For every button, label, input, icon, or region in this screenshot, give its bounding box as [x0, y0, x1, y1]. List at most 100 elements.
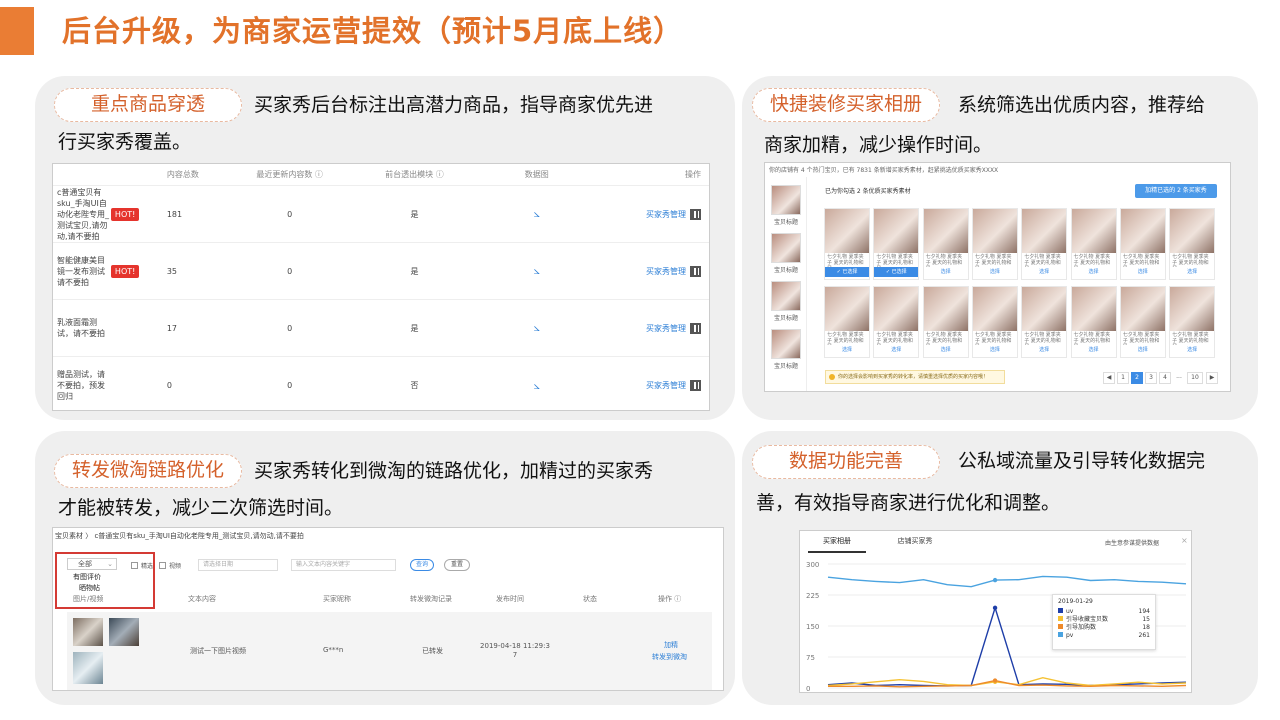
y-tick-label: 150 — [806, 623, 819, 631]
photo-select-toggle[interactable]: 选择 — [1170, 345, 1214, 355]
side-product-thumb[interactable] — [771, 185, 801, 215]
photo-select-toggle[interactable]: 选择 — [1072, 267, 1116, 277]
recent-count: 0 — [287, 323, 293, 333]
photo-card[interactable]: 七夕礼物 夏季夹子 夏天的礼物和风...选择 — [971, 286, 1018, 358]
tooltip-row: pv 261 — [1058, 632, 1150, 640]
photo-card[interactable]: 七夕礼物 夏季夹子 夏天的礼物和风...✓ 已选择 — [824, 208, 870, 280]
line-chart-icon[interactable]: ⦣ — [534, 379, 540, 392]
photo-image — [1120, 209, 1165, 253]
qrcode-icon[interactable] — [690, 380, 701, 391]
manage-link[interactable]: 买家秀管理 — [646, 324, 686, 333]
photo-image — [923, 209, 968, 253]
photo-image — [1022, 209, 1067, 253]
photo-select-toggle[interactable]: 选择 — [973, 267, 1017, 277]
line-chart-icon[interactable]: ⦣ — [534, 207, 540, 220]
photo-image — [1170, 287, 1215, 331]
recent-count: 0 — [287, 209, 293, 219]
photo-card[interactable]: 七夕礼物 夏季夹子 夏天的礼物和风...选择 — [1070, 286, 1117, 358]
line-chart-icon[interactable]: ⦣ — [534, 321, 540, 334]
photo-select-toggle[interactable]: 选择 — [1121, 345, 1165, 355]
photo-card[interactable]: 七夕礼物 夏季夹子 夏天的礼物和风...选择 — [1169, 286, 1216, 358]
keyword-input[interactable]: 输入文本内容关键字 — [291, 559, 396, 571]
side-product-thumb[interactable] — [771, 329, 801, 359]
title-accent-bar — [0, 7, 34, 55]
photo-card[interactable]: 七夕礼物 夏季夹子 夏天的礼物和风...✓ 已选择 — [873, 208, 920, 280]
reset-button[interactable]: 重置 — [444, 559, 470, 571]
photo-select-toggle[interactable]: 选择 — [1170, 267, 1214, 277]
photo-caption: 七夕礼物 夏季夹子 夏天的礼物和风... — [876, 254, 913, 267]
row-time: 2019-04-18 11:29:37 — [480, 642, 550, 659]
page-button[interactable]: 10 — [1187, 372, 1203, 384]
legend-name: 引导收藏宝贝数 — [1066, 616, 1109, 623]
manage-link[interactable]: 买家秀管理 — [646, 381, 686, 390]
checkbox-icon[interactable] — [159, 562, 166, 569]
forward-weitao-button[interactable]: 转发到微淘 — [652, 652, 687, 662]
photo-card[interactable]: 七夕礼物 夏季夹子 夏天的礼物和风...选择 — [1021, 286, 1068, 358]
manage-link[interactable]: 买家秀管理 — [646, 210, 686, 219]
manage-link[interactable]: 买家秀管理 — [646, 267, 686, 276]
prev-page-button[interactable]: ◀ — [1103, 372, 1115, 384]
legend-swatch — [1058, 616, 1063, 621]
close-icon[interactable]: × — [1181, 536, 1188, 545]
photo-card[interactable]: 七夕礼物 夏季夹子 夏天的礼物和风...选择 — [1119, 208, 1166, 280]
notice-text: 你的选择会影响到买家秀的转化率，请慎重选择优质的买家内容哦！ — [838, 374, 989, 380]
side-product-thumb[interactable] — [771, 281, 801, 311]
date-input[interactable]: 请选择日期 — [198, 559, 278, 571]
photo-card[interactable]: 七夕礼物 夏季夹子 夏天的礼物和风...选择 — [922, 286, 969, 358]
side-product-thumb[interactable] — [771, 233, 801, 263]
photo-selected-toggle[interactable]: ✓ 已选择 — [825, 267, 869, 277]
photo-card[interactable]: 七夕礼物 夏季夹子 夏天的礼物和风...选择 — [1070, 208, 1117, 280]
tooltip-row: 引导加购数 18 — [1058, 624, 1150, 632]
photo-select-toggle[interactable]: 选择 — [1022, 267, 1066, 277]
media-thumb[interactable] — [109, 618, 139, 646]
tab-album[interactable]: 买家相册 — [808, 531, 866, 553]
query-button[interactable]: 查询 — [410, 559, 434, 571]
filter-option[interactable]: 有图评价 — [73, 572, 101, 582]
next-page-button[interactable]: ▶ — [1206, 372, 1218, 384]
photo-card[interactable]: 七夕礼物 夏季夹子 夏天的礼物和风...选择 — [971, 208, 1018, 280]
tab-shop-show[interactable]: 店铺买家秀 — [880, 531, 950, 553]
page-button-active[interactable]: 2 — [1131, 372, 1143, 384]
photo-select-toggle[interactable]: 选择 — [1121, 267, 1165, 277]
photo-caption: 七夕礼物 夏季夹子 夏天的礼物和风... — [974, 254, 1012, 267]
qrcode-icon[interactable] — [690, 265, 701, 277]
page-button[interactable]: 4 — [1159, 372, 1171, 384]
panel4-desc-line2: 善，有效指导商家进行优化和调整。 — [756, 492, 1061, 514]
photo-card[interactable]: 七夕礼物 夏季夹子 夏天的礼物和风...选择 — [824, 286, 870, 358]
panel-data-features: 数据功能完善 公私域流量及引导转化数据完 善，有效指导商家进行优化和调整。 买家… — [742, 431, 1258, 705]
photo-select-toggle[interactable]: 选择 — [874, 345, 918, 355]
photo-card[interactable]: 七夕礼物 夏季夹子 夏天的礼物和风...选择 — [1021, 208, 1068, 280]
photo-selected-toggle[interactable]: ✓ 已选择 — [874, 267, 919, 277]
material-screenshot: 宝贝素材 〉 c普通宝贝有sku_手淘UI自动化老陛专用_测试宝贝,请勿动,请不… — [52, 527, 724, 691]
checkbox-icon[interactable] — [131, 562, 138, 569]
recent-count: 0 — [287, 266, 293, 276]
tooltip-row: 引导收藏宝贝数 15 — [1058, 616, 1150, 624]
photo-select-toggle[interactable]: 选择 — [1022, 345, 1066, 355]
legend-value: 18 — [1142, 624, 1150, 631]
media-thumb[interactable] — [73, 652, 103, 684]
photo-select-toggle[interactable]: 选择 — [973, 345, 1017, 355]
photo-select-toggle[interactable]: 选择 — [924, 345, 968, 355]
page-button[interactable]: 1 — [1117, 372, 1129, 384]
photo-card[interactable]: 七夕礼物 夏季夹子 夏天的礼物和风...选择 — [873, 286, 920, 358]
page-button[interactable]: 3 — [1145, 372, 1157, 384]
add-selected-button[interactable]: 加精已选的 2 条买家秀 — [1135, 184, 1217, 198]
star-button[interactable]: 加精 — [664, 640, 678, 650]
photo-card[interactable]: 七夕礼物 夏季夹子 夏天的礼物和风...选择 — [1119, 286, 1166, 358]
filter-option[interactable]: 晒物帖 — [79, 583, 100, 593]
panel3-desc-line1: 买家秀转化到微淘的链路优化，加精过的买家秀 — [254, 460, 654, 482]
line-chart-icon[interactable]: ⦣ — [534, 264, 540, 277]
photo-select-toggle[interactable]: 选择 — [1072, 345, 1116, 355]
qrcode-icon[interactable] — [690, 208, 701, 220]
photo-caption: 七夕礼物 夏季夹子 夏天的礼物和风... — [974, 332, 1012, 345]
photo-card[interactable]: 七夕礼物 夏季夹子 夏天的礼物和风...选择 — [1169, 208, 1216, 280]
photo-select-toggle[interactable]: 选择 — [825, 345, 869, 355]
data-source: 由生意参谋提供数据 — [1105, 540, 1160, 547]
qrcode-icon[interactable] — [690, 322, 701, 334]
photo-select-toggle[interactable]: 选择 — [924, 267, 968, 277]
photo-image — [1022, 287, 1067, 331]
photo-card[interactable]: 七夕礼物 夏季夹子 夏天的礼物和风...选择 — [922, 208, 969, 280]
filter-dropdown[interactable]: 全部 ⌄ — [67, 558, 117, 570]
col-media: 图片/视频 — [73, 595, 104, 603]
media-thumb[interactable] — [73, 618, 103, 646]
